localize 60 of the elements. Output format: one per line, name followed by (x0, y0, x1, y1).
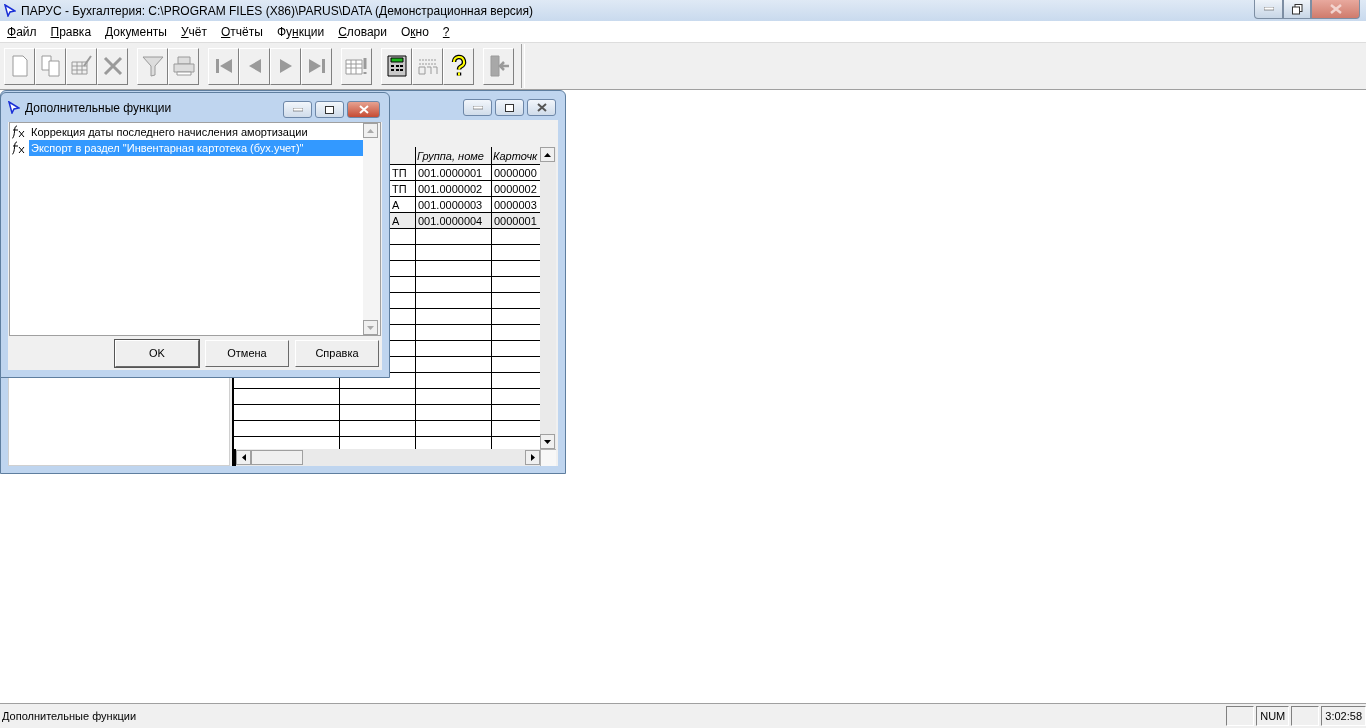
edit-table-icon (69, 54, 94, 78)
toolbar-button[interactable] (443, 47, 474, 85)
menu-item[interactable]: Словари (331, 24, 394, 39)
close-button[interactable] (347, 101, 380, 118)
right-arrow-icon (530, 454, 535, 461)
dialog-title: Дополнительные функции (25, 100, 173, 115)
menu-item[interactable]: Документы (98, 24, 174, 39)
filter-icon (140, 54, 165, 78)
maximize-icon (325, 105, 334, 114)
menu-item[interactable]: Файл (0, 24, 44, 39)
scroll-down-button[interactable] (540, 434, 555, 449)
maximize-icon (505, 103, 514, 112)
down-arrow-icon (544, 439, 551, 444)
menu-item[interactable]: ? (435, 24, 457, 39)
dialog-button[interactable]: Справка (295, 339, 379, 367)
close-button[interactable] (527, 99, 556, 116)
close-icon (358, 105, 369, 114)
maximize-button[interactable] (315, 101, 344, 118)
menu-item[interactable]: Правка (43, 24, 99, 39)
menu-item[interactable]: Функции (269, 24, 332, 39)
status-panel: 3:02:58 (1321, 706, 1366, 726)
dialog-button[interactable]: Отмена (205, 339, 289, 367)
copy-icon (38, 54, 63, 78)
minimize-icon (472, 105, 483, 110)
printer-icon (171, 54, 196, 78)
scrollbar-thumb[interactable] (251, 450, 303, 465)
menu-item[interactable]: Отчёты (214, 24, 270, 39)
function-icon (11, 125, 26, 139)
scroll-right-button[interactable] (525, 450, 540, 465)
status-panel (1226, 706, 1255, 726)
dialog-button[interactable]: OK (115, 339, 199, 367)
function-icon (11, 141, 26, 155)
left-arrow-icon (241, 454, 246, 461)
minimize-icon (292, 107, 303, 112)
function-list-item[interactable]: Коррекция даты последнего начисления амортизации (29, 124, 363, 140)
column-header[interactable]: Карточк (491, 147, 540, 165)
close-icon (536, 103, 547, 112)
status-panel (1291, 706, 1320, 726)
menu-item[interactable]: Учёт (173, 24, 214, 39)
calculator-icon (384, 54, 409, 78)
status-text: Дополнительные функции (1, 710, 138, 722)
scroll-up-button[interactable] (540, 147, 555, 162)
toolbar-button[interactable] (381, 47, 412, 85)
up-arrow-icon (367, 128, 374, 133)
vertical-scrollbar[interactable] (540, 147, 556, 449)
maximize-button[interactable] (495, 99, 524, 116)
window-title: ПАРУС - Бухгалтерия: C:\PROGRAM FILES (X86)\PARUS\DATA (Демонстрационная версия) (21, 3, 534, 18)
restore-icon (1291, 3, 1303, 15)
down-arrow-icon (367, 325, 374, 330)
status-panel: NUM (1256, 706, 1290, 726)
close-icon (1329, 4, 1342, 14)
cursor-icon (4, 4, 16, 17)
horizontal-scrollbar[interactable] (232, 449, 540, 466)
up-arrow-icon (544, 152, 551, 157)
column-header[interactable]: Группа, номе (415, 147, 492, 165)
cursor-icon (8, 101, 20, 114)
scroll-left-button[interactable] (236, 450, 251, 465)
menu-item[interactable]: Окно (393, 24, 436, 39)
minimize-icon (1263, 7, 1274, 11)
restore-button[interactable] (1283, 0, 1311, 19)
